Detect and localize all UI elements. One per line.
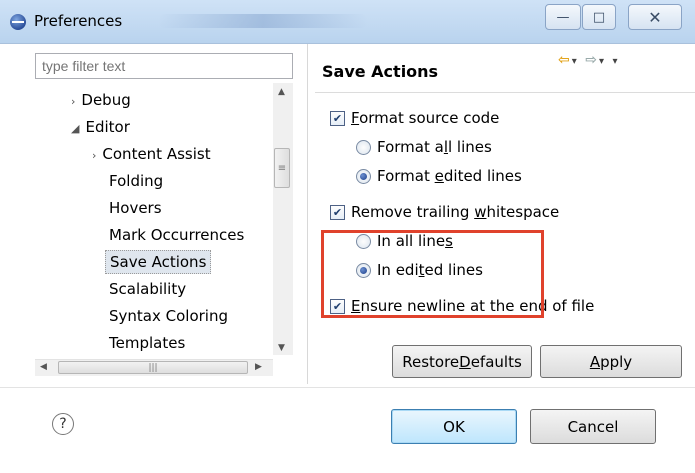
restore-defaults-button[interactable]: Restore Defaults [392, 345, 532, 378]
minimize-button[interactable]: — [545, 4, 581, 30]
close-icon: ✕ [648, 7, 662, 27]
close-button[interactable]: ✕ [628, 4, 682, 30]
tree-vertical-scrollbar[interactable] [273, 83, 293, 355]
help-icon[interactable]: ? [52, 413, 74, 435]
tree-item-label: Templates [109, 334, 186, 352]
tree-item-label: Editor [85, 118, 130, 136]
back-arrow-icon[interactable]: ⇦ [558, 52, 572, 68]
preferences-tree: › Debug ◢ Editor › Content Assist Folding H… [35, 83, 297, 379]
tree-item-label: Mark Occurrences [109, 226, 245, 244]
header-separator [315, 92, 695, 93]
scroll-left-icon[interactable]: ◀ [40, 362, 47, 372]
page-title: Save Actions [322, 62, 439, 81]
minimize-icon: — [556, 9, 570, 25]
apply-button[interactable]: Apply [540, 345, 682, 378]
format-source-checkbox[interactable]: ✔ Format source code [330, 109, 499, 127]
radio-selected-icon[interactable] [356, 168, 371, 184]
eclipse-app-icon [10, 14, 26, 30]
expand-arrow-icon[interactable]: › [92, 149, 96, 162]
tree-item-folding[interactable]: Folding [109, 172, 163, 190]
collapse-arrow-icon[interactable]: ◢ [71, 122, 79, 135]
tree-item-hovers[interactable]: Hovers [109, 199, 162, 217]
checkbox-label: Remove trailing whitespace [351, 203, 560, 221]
forward-menu-chevron-icon[interactable]: ▾ [599, 56, 606, 67]
tree-item-debug[interactable]: › Debug [71, 91, 131, 109]
tree-item-label: Content Assist [102, 145, 211, 163]
scroll-up-icon[interactable]: ▲ [278, 87, 285, 97]
filter-input[interactable] [35, 53, 293, 79]
radio-label: Format all lines [377, 138, 492, 156]
tree-item-mark-occurrences[interactable]: Mark Occurrences [109, 226, 244, 244]
expand-arrow-icon[interactable]: › [71, 95, 75, 108]
checkbox-checked-icon[interactable]: ✔ [330, 204, 345, 220]
horizontal-scroll-thumb[interactable]: ||| [58, 361, 248, 374]
tree-item-label: Folding [109, 172, 164, 190]
tree-item-templates[interactable]: Templates [109, 334, 185, 352]
format-all-lines-radio[interactable]: Format all lines [356, 138, 492, 156]
window-title: Preferences [34, 12, 123, 30]
page-navigation: ⇦▾ ⇨▾ ▾ [558, 52, 619, 68]
blurred-background-title [158, 14, 368, 28]
maximize-button[interactable]: □ [582, 4, 616, 30]
vertical-scroll-thumb[interactable]: ≡ [274, 148, 290, 188]
forward-arrow-icon[interactable]: ⇨ [585, 52, 599, 68]
pane-divider[interactable] [307, 44, 308, 384]
format-edited-lines-radio[interactable]: Format edited lines [356, 167, 522, 185]
checkbox-checked-icon[interactable]: ✔ [330, 110, 345, 126]
maximize-icon: □ [592, 9, 606, 25]
footer-separator [0, 387, 695, 388]
tree-item-label: Save Actions [110, 253, 207, 271]
tree-item-save-actions[interactable]: Save Actions [105, 250, 212, 274]
scroll-down-icon[interactable]: ▼ [278, 343, 285, 353]
cancel-button[interactable]: Cancel [530, 409, 656, 444]
remove-trailing-whitespace-checkbox[interactable]: ✔ Remove trailing whitespace [330, 203, 559, 221]
checkbox-label: Format source code [351, 109, 500, 127]
ok-button[interactable]: OK [391, 409, 517, 444]
annotation-highlight-box [321, 230, 544, 318]
tree-item-label: Hovers [109, 199, 162, 217]
view-menu-chevron-icon[interactable]: ▾ [612, 56, 619, 67]
tree-item-content-assist[interactable]: › Content Assist [92, 145, 211, 163]
tree-item-label: Debug [81, 91, 131, 109]
tree-item-editor[interactable]: ◢ Editor [71, 118, 130, 136]
radio-unselected-icon[interactable] [356, 139, 371, 155]
tree-item-label: Syntax Coloring [109, 307, 228, 325]
tree-item-syntax-coloring[interactable]: Syntax Coloring [109, 307, 228, 325]
tree-item-label: Scalability [109, 280, 187, 298]
back-menu-chevron-icon[interactable]: ▾ [572, 56, 579, 67]
scroll-right-icon[interactable]: ▶ [255, 362, 262, 372]
radio-label: Format edited lines [377, 167, 522, 185]
tree-item-scalability[interactable]: Scalability [109, 280, 186, 298]
